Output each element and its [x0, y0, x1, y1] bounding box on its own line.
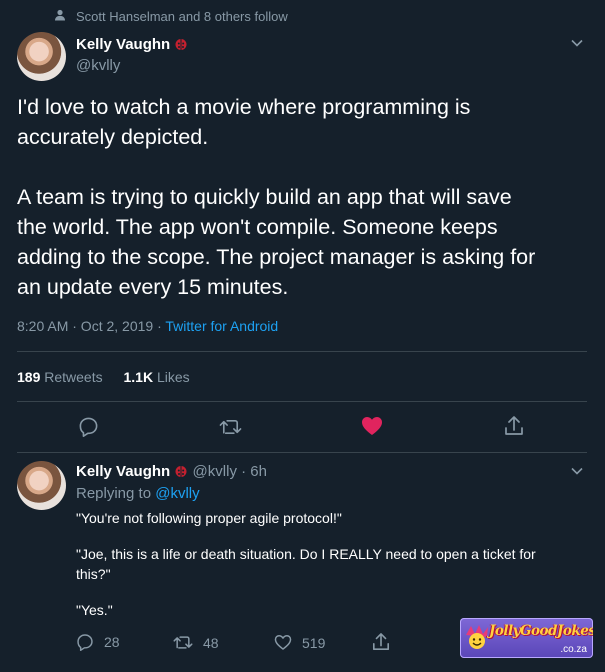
retweets-count: 189 [17, 369, 41, 385]
tweet-text-line: the world. The app won't compile. Someon… [17, 215, 498, 239]
retweet-count: 48 [203, 634, 219, 651]
replying-label: Replying to [76, 485, 156, 502]
retweet-button[interactable]: 48 [173, 634, 219, 651]
reply-header: Kelly Vaughn @kvlly · 6h [76, 463, 267, 482]
reply-icon[interactable] [78, 416, 99, 437]
chevron-down-icon[interactable] [570, 466, 584, 476]
ladybug-icon [174, 464, 188, 482]
reply-author-name[interactable]: Kelly Vaughn [76, 463, 170, 480]
share-icon[interactable] [372, 632, 390, 652]
heart-icon[interactable] [361, 416, 383, 436]
avatar[interactable] [17, 32, 66, 81]
watermark-brand: JollyGoodJokes [489, 623, 593, 639]
watermark-logo: JollyGoodJokes .co.za [460, 618, 593, 658]
author-name[interactable]: Kelly Vaughn [76, 36, 188, 55]
author-handle[interactable]: @kvlly [76, 57, 120, 74]
chevron-down-icon[interactable] [570, 38, 584, 48]
author-name-text[interactable]: Kelly Vaughn [76, 36, 170, 53]
replying-to: Replying to @kvlly [76, 485, 200, 502]
person-icon [54, 9, 66, 21]
divider [17, 351, 587, 352]
share-icon[interactable] [504, 415, 524, 437]
tweet-text-line: A team is trying to quickly build an app… [17, 185, 512, 209]
likes-stat[interactable]: 1.1K Likes [124, 369, 190, 385]
tweet-text: I'd love to watch a movie where programm… [17, 92, 592, 302]
reply-button[interactable]: 28 [76, 633, 120, 651]
reply-avatar[interactable] [17, 461, 66, 510]
tweet-text-line: I'd love to watch a movie where programm… [17, 95, 471, 119]
tweet-meta: 8:20 AM · Oct 2, 2019 · Twitter for Andr… [17, 318, 278, 334]
replying-to-link[interactable]: @kvlly [155, 485, 199, 502]
ladybug-icon [174, 37, 188, 55]
source-link[interactable]: Twitter for Android [165, 318, 278, 334]
retweets-stat[interactable]: 189 Retweets [17, 369, 107, 385]
retweet-icon [173, 634, 193, 651]
retweet-icon[interactable] [219, 417, 242, 437]
jester-icon [463, 623, 491, 656]
divider [17, 401, 587, 402]
engagement-stats: 189 Retweets 1.1K Likes [17, 369, 190, 385]
tweet-text-line: adding to the scope. The project manager… [17, 245, 536, 269]
social-context: Scott Hanselman and 8 others follow [76, 9, 288, 24]
like-button[interactable]: 519 [274, 634, 325, 651]
divider [17, 452, 587, 453]
tweet-text-line: accurately depicted. [17, 125, 209, 149]
reply-text-line: this?" [76, 566, 111, 582]
watermark-tld: .co.za [560, 644, 587, 655]
reply-handle-time[interactable]: @kvlly · 6h [193, 463, 267, 480]
likes-label: Likes [156, 369, 190, 385]
reply-text-line: "Joe, this is a life or death situation.… [76, 546, 536, 562]
like-count: 519 [302, 634, 326, 651]
tweet-text-line: an update every 15 minutes. [17, 275, 289, 299]
likes-count: 1.1K [123, 369, 154, 385]
reply-text-line: "Yes." [76, 602, 113, 618]
reply-text-line: "You're not following proper agile proto… [76, 510, 342, 526]
retweets-label: Retweets [44, 369, 103, 385]
reply-text: "You're not following proper agile proto… [76, 508, 591, 620]
timestamp[interactable]: 8:20 AM · Oct 2, 2019 · [17, 318, 165, 334]
heart-outline-icon [274, 634, 292, 651]
reply-count: 28 [104, 634, 120, 650]
reply-icon [76, 633, 94, 651]
